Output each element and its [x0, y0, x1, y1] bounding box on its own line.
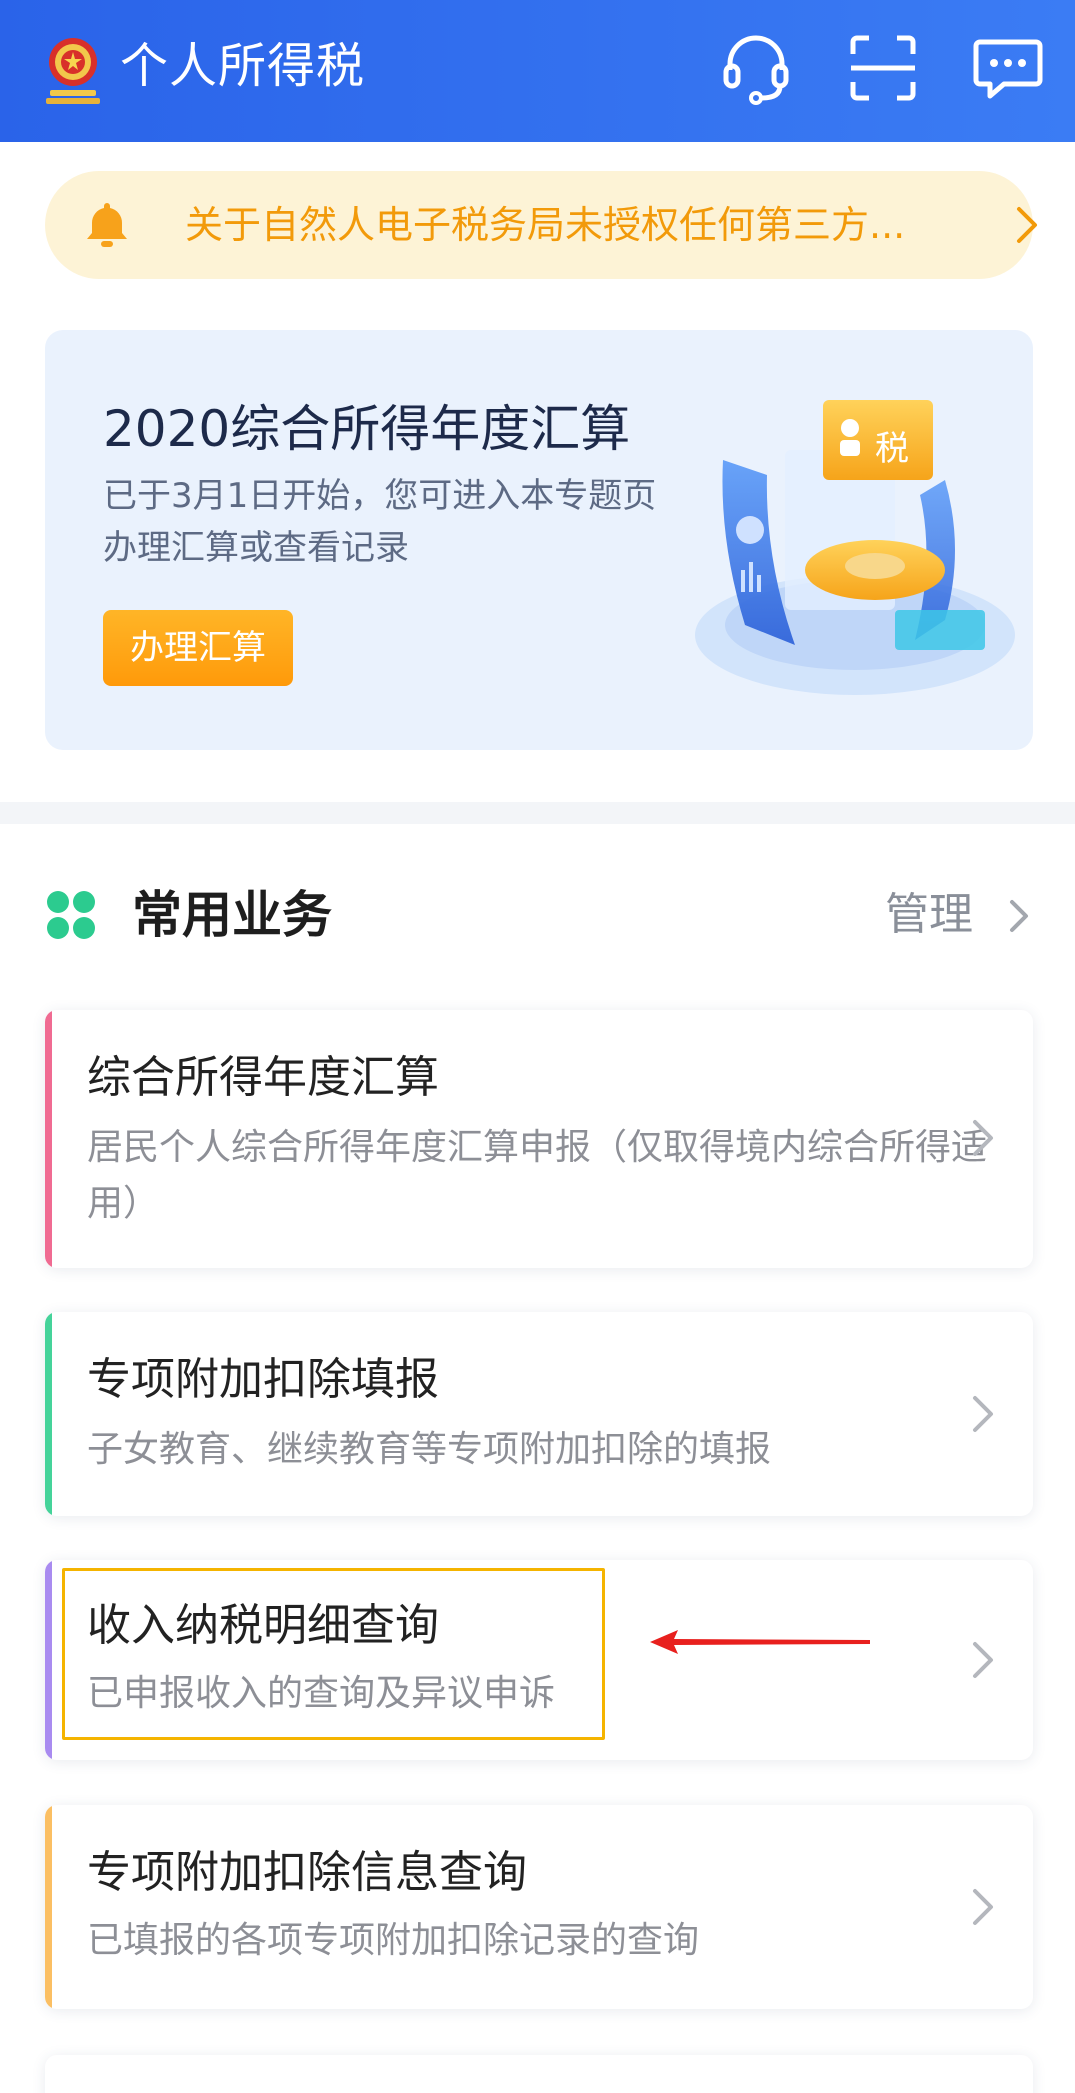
card-title: 专项附加扣除信息查询: [87, 1847, 527, 1898]
grid-icon: [44, 888, 98, 942]
card-title: 综合所得年度汇算: [87, 1052, 439, 1103]
illustration-badge: 税: [875, 429, 909, 469]
tax-illustration-icon: 税: [645, 370, 1015, 710]
chevron-right-icon: [965, 1390, 999, 1438]
service-card-deduction-query[interactable]: 专项附加扣除信息查询 已填报的各项专项附加扣除记录的查询: [45, 1805, 1033, 2009]
scan-icon[interactable]: [845, 30, 921, 106]
manage-link[interactable]: 管理: [885, 884, 973, 946]
section-title: 常用业务: [132, 886, 332, 944]
card-accent-strip: [45, 1560, 52, 1760]
app-screen: 个人所得税 关于自然人电子税务局未授权任何第三方... 2020综合所得年度汇算…: [0, 0, 1075, 2093]
card-description: 已填报的各项专项附加扣除记录的查询: [87, 1920, 700, 1961]
chevron-right-icon: [1005, 203, 1049, 247]
card-title: 专项附加扣除填报: [87, 1354, 439, 1405]
red-arrow-icon: [650, 1620, 875, 1664]
emblem-icon: [40, 32, 106, 108]
chevron-right-icon[interactable]: [1000, 896, 1036, 936]
message-icon[interactable]: [970, 30, 1046, 106]
card-accent-strip: [45, 1312, 52, 1516]
headset-icon[interactable]: [718, 30, 794, 106]
banner-description: 已于3月1日开始，您可进入本专题页办理汇算或查看记录: [103, 476, 657, 568]
settlement-button[interactable]: 办理汇算: [103, 610, 293, 686]
card-description: 居民个人综合所得年度汇算申报（仅取得境内综合所得适用）: [87, 1127, 988, 1224]
annual-settlement-banner[interactable]: 2020综合所得年度汇算 已于3月1日开始，您可进入本专题页办理汇算或查看记录 …: [45, 330, 1033, 750]
chevron-right-icon: [965, 1636, 999, 1684]
section-divider: [0, 802, 1075, 824]
chevron-right-icon: [965, 1114, 999, 1162]
bell-icon: [81, 199, 133, 251]
app-title: 个人所得税: [120, 38, 366, 94]
service-card-deduction-filing[interactable]: 专项附加扣除填报 子女教育、继续教育等专项附加扣除的填报: [45, 1312, 1033, 1516]
app-header: 个人所得税: [0, 0, 1075, 142]
notice-bar[interactable]: 关于自然人电子税务局未授权任何第三方...: [45, 171, 1037, 279]
next-card-peek: [45, 2055, 1033, 2093]
service-card-annual-settlement[interactable]: 综合所得年度汇算 居民个人综合所得年度汇算申报（仅取得境内综合所得适用）: [45, 1010, 1033, 1268]
service-card-income-tax-query[interactable]: 收入纳税明细查询 已申报收入的查询及异议申诉: [45, 1560, 1033, 1760]
card-description: 子女教育、继续教育等专项附加扣除的填报: [87, 1429, 772, 1470]
card-accent-strip: [45, 1010, 52, 1268]
banner-title: 2020综合所得年度汇算: [103, 400, 631, 458]
card-title: 收入纳税明细查询: [87, 1600, 439, 1651]
chevron-right-icon: [965, 1883, 999, 1931]
card-accent-strip: [45, 1805, 52, 2009]
card-description: 已申报收入的查询及异议申诉: [87, 1673, 556, 1714]
notice-text: 关于自然人电子税务局未授权任何第三方...: [185, 203, 906, 247]
